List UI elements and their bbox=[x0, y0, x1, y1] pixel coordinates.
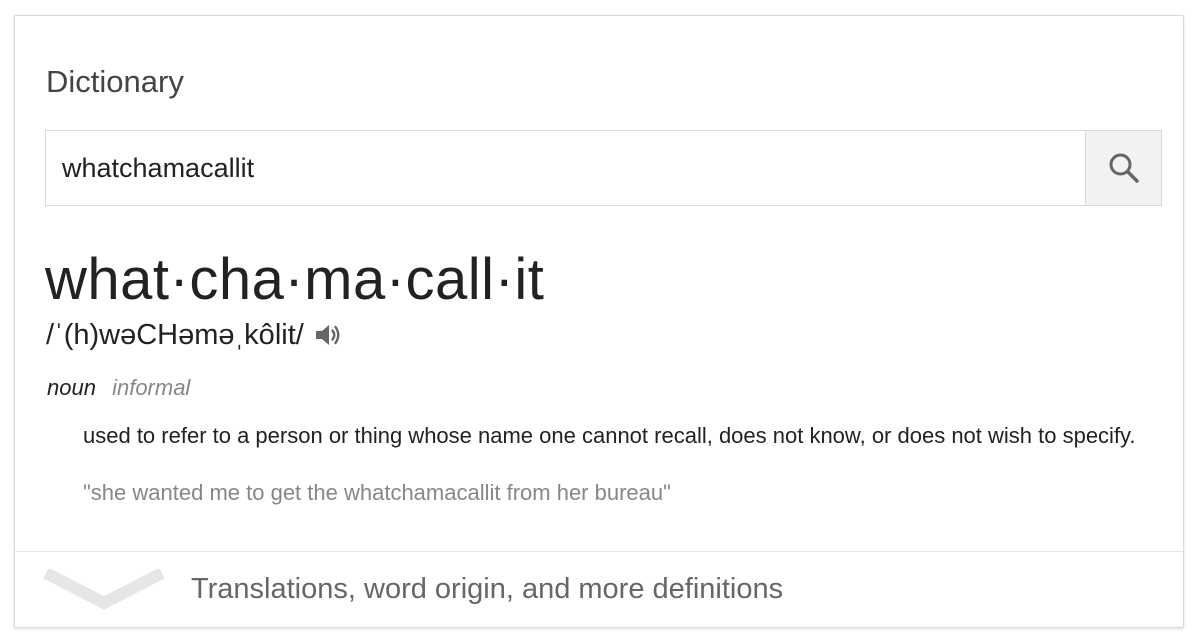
dictionary-card: Dictionary what·cha·ma·call·it /ˈ(h)wəCH… bbox=[14, 15, 1184, 628]
chevron-down-icon bbox=[43, 569, 165, 610]
pronunciation: /ˈ(h)wəCHəməˌkôlit/ bbox=[46, 319, 304, 351]
definition-text: used to refer to a person or thing whose… bbox=[83, 423, 1136, 448]
search-box bbox=[45, 130, 1162, 206]
search-button[interactable] bbox=[1085, 131, 1161, 205]
headword: what·cha·ma·call·it bbox=[45, 247, 545, 312]
register-label: informal bbox=[112, 375, 191, 400]
more-definitions-button[interactable]: Translations, word origin, and more defi… bbox=[15, 552, 1183, 628]
example-sentence: "she wanted me to get the whatchamacalli… bbox=[83, 480, 671, 505]
pronunciation-row: /ˈ(h)wəCHəməˌkôlit/ bbox=[46, 318, 342, 352]
speaker-icon[interactable] bbox=[314, 322, 342, 348]
part-of-speech: noun bbox=[47, 375, 96, 400]
search-icon bbox=[1109, 153, 1139, 183]
search-input[interactable] bbox=[46, 131, 1085, 205]
card-title: Dictionary bbox=[46, 64, 184, 99]
part-of-speech-row: noun informal bbox=[47, 374, 190, 402]
more-definitions-label: Translations, word origin, and more defi… bbox=[191, 573, 784, 605]
